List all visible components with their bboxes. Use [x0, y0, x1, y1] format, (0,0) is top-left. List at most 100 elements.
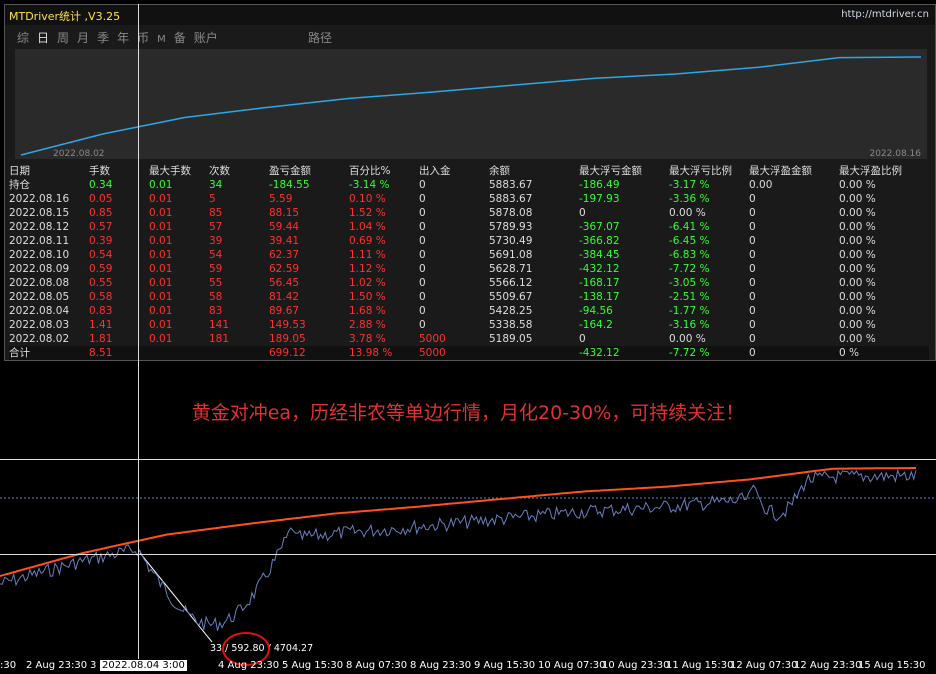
table-cell: 2022.08.15 — [9, 207, 70, 219]
table-cell: -6.83 % — [669, 249, 710, 261]
table-cell: -3.36 % — [669, 193, 710, 205]
column-header[interactable]: 最大浮亏比例 — [669, 163, 749, 178]
table-row[interactable]: 2022.08.02 1.81 0.01 181 189.05 3.78 % 5000 518… — [9, 332, 929, 346]
table-cell: 59 — [209, 263, 223, 275]
table-row[interactable]: 2022.08.12 0.57 0.01 57 59.44 1.04 % 0 5789.93 -… — [9, 220, 929, 234]
table-row[interactable]: 2022.08.15 0.85 0.01 85 88.15 1.52 % 0 5878.08 0… — [9, 206, 929, 220]
column-header[interactable]: 最大浮亏金额 — [579, 163, 669, 178]
table-row[interactable]: 2022.08.03 1.41 0.01 141 149.53 2.88 % 0 5338.5… — [9, 318, 929, 332]
table-cell: 5878.08 — [489, 207, 533, 219]
table-row[interactable]: 2022.08.09 0.59 0.01 59 62.59 1.12 % 0 5628.71 -… — [9, 262, 929, 276]
table-cell: 0.00 % — [839, 291, 876, 303]
table-cell: -3.14 % — [349, 179, 390, 191]
table-cell: 0 — [419, 179, 426, 191]
table-cell: 59.44 — [269, 221, 300, 233]
period-tabs: 综日周月季年币 M 备账户 — [17, 29, 226, 47]
column-header[interactable]: 日期 — [9, 163, 89, 178]
time-axis-label: 9 Aug 15:30 — [474, 660, 536, 671]
table-cell: 5883.67 — [489, 179, 533, 191]
tab-9[interactable]: 账户 — [194, 29, 218, 46]
table-cell: 0.54 — [89, 249, 113, 261]
table-cell: 141 — [209, 319, 230, 331]
app-title: MTDriver统计 ,V3.25 — [9, 10, 121, 23]
tab-8[interactable]: 备 — [174, 29, 186, 46]
table-cell: 5691.08 — [489, 249, 533, 261]
column-header[interactable]: 最大浮盈比例 — [839, 163, 929, 178]
tab-3[interactable]: 月 — [77, 29, 89, 46]
title-bar: MTDriver统计 ,V3.25 http://mtdriver.cn — [5, 5, 935, 25]
tab-4[interactable]: 季 — [97, 29, 109, 46]
table-cell: 0.00 % — [839, 305, 876, 317]
table-cell: 0 — [419, 235, 426, 247]
table-cell: -367.07 — [579, 221, 620, 233]
table-cell: 0 — [419, 319, 426, 331]
table-cell: 13.98 % — [349, 347, 393, 359]
table-row[interactable]: 2022.08.05 0.58 0.01 58 81.42 1.50 % 0 5509.67 -… — [9, 290, 929, 304]
column-header[interactable]: 出入金 — [419, 163, 489, 178]
column-header[interactable]: 盈亏金额 — [269, 163, 349, 178]
table-cell: -432.12 — [579, 263, 620, 275]
time-axis-label: 10 Aug 23:30 — [602, 660, 670, 671]
table-row[interactable]: 2022.08.10 0.54 0.01 54 62.37 1.11 % 0 5691.08 -… — [9, 248, 929, 262]
trend-line[interactable] — [139, 552, 213, 643]
column-header[interactable]: 百分比% — [349, 163, 419, 178]
time-axis-label: :30 — [0, 660, 17, 671]
table-cell: -197.93 — [579, 193, 620, 205]
tab-1[interactable]: 日 — [37, 29, 49, 46]
table-cell: 0.34 — [89, 179, 113, 191]
time-axis-label: 12 Aug 07:30 — [730, 660, 798, 671]
table-cell — [489, 346, 579, 360]
table-cell: 5.59 — [269, 193, 293, 205]
table-cell: 1.41 — [89, 319, 113, 331]
table-cell: 58 — [209, 291, 223, 303]
table-cell: 62.59 — [269, 263, 300, 275]
table-cell: 0.85 — [89, 207, 113, 219]
column-header[interactable]: 手数 — [89, 163, 149, 178]
table-cell: -1.77 % — [669, 305, 710, 317]
table-cell: 0.01 — [149, 291, 173, 303]
table-cell: 0 — [749, 221, 756, 233]
table-cell: 0 — [419, 207, 426, 219]
column-header[interactable]: 最大浮盈金额 — [749, 163, 839, 178]
table-cell: 0.00 % — [669, 207, 706, 219]
holding-row[interactable]: 持仓 0.34 0.01 34 -184.55 -3.14 % 0 5883.67 -186.4… — [9, 178, 929, 192]
column-header[interactable]: 次数 — [209, 163, 269, 178]
table-cell: 0 — [749, 319, 756, 331]
table-cell: 54 — [209, 249, 223, 261]
table-row[interactable]: 2022.08.04 0.83 0.01 83 89.67 1.68 % 0 5428.25 -… — [9, 304, 929, 318]
table-cell: 0.57 — [89, 221, 113, 233]
column-header[interactable]: 最大手数 — [149, 163, 209, 178]
app-url-link[interactable]: http://mtdriver.cn — [841, 9, 929, 20]
table-cell: 0.00 % — [839, 249, 876, 261]
table-cell: 0.00 % — [839, 193, 876, 205]
table-cell: 0.01 — [149, 305, 173, 317]
table-cell: 0 — [749, 305, 756, 317]
table-cell: 5789.93 — [489, 221, 533, 233]
table-row[interactable]: 2022.08.16 0.05 0.01 5 5.59 0.10 % 0 5883.67 -19… — [9, 192, 929, 206]
table-cell: 5566.12 — [489, 277, 533, 289]
table-cell: 181 — [209, 333, 230, 345]
tab-7[interactable]: M — [157, 34, 166, 45]
table-cell: 0.83 — [89, 305, 113, 317]
table-row[interactable]: 2022.08.11 0.39 0.01 39 39.41 0.69 % 0 5730.49 -… — [9, 234, 929, 248]
table-cell: 1.02 % — [349, 277, 386, 289]
table-row[interactable]: 2022.08.08 0.55 0.01 55 56.45 1.02 % 0 5566.12 -… — [9, 276, 929, 290]
table-cell: 2022.08.05 — [9, 291, 70, 303]
table-cell: 0.00 % — [839, 333, 876, 345]
time-axis-label: 8 Aug 23:30 — [410, 660, 472, 671]
table-cell: 0.01 — [149, 277, 173, 289]
table-cell: 5 — [209, 193, 216, 205]
tab-5[interactable]: 年 — [117, 29, 129, 46]
equity-end-date: 2022.08.16 — [869, 149, 921, 159]
column-header[interactable]: 余额 — [489, 163, 579, 178]
path-button[interactable]: 路径 — [308, 29, 332, 46]
tab-0[interactable]: 综 — [17, 29, 29, 46]
table-cell: -184.55 — [269, 179, 310, 191]
total-row[interactable]: 合计 8.51 699.12 13.98 % 5000 -432.12 -7.72 % 0 0 … — [9, 346, 929, 360]
table-cell: 34 — [209, 179, 223, 191]
tab-2[interactable]: 周 — [57, 29, 69, 46]
table-cell: 2.88 % — [349, 319, 386, 331]
table-cell: 5189.05 — [489, 333, 533, 345]
equity-curve-line — [20, 56, 922, 156]
table-header-row: 日期 手数 最大手数 次数 盈亏金额 百分比% 出入金 余额 最大浮亏金额 最大浮亏比例 最大浮盈金… — [9, 163, 929, 178]
